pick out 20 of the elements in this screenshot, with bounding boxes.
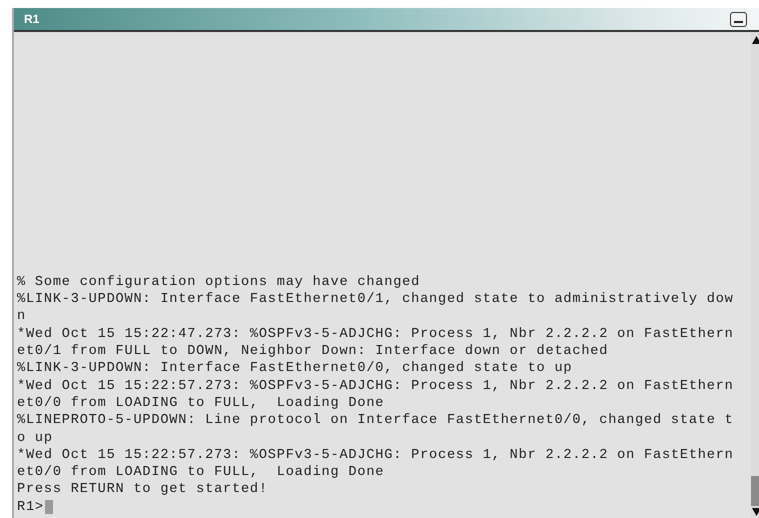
window-title: R1: [24, 12, 40, 26]
terminal-line: %LINK-3-UPDOWN: Interface FastEthernet0/1, changed state to administratively dow: [17, 291, 735, 308]
scroll-up-icon[interactable]: [752, 36, 759, 44]
terminal-line: n: [17, 308, 27, 326]
terminal-line: % Some configuration options may have changed: [17, 274, 422, 292]
terminal-line: Press RETURN to get started!: [17, 481, 269, 499]
terminal-line: o up: [17, 430, 54, 447]
terminal-line: et0/0 from LOADING to FULL, Loading Done: [17, 464, 386, 482]
terminal-line: *Wed Oct 15 15:22:47.273: %OSPFv3-5-ADJCHG: Process 1, Nbr 2.2.2.2 on FastEthern: [17, 326, 735, 344]
command-prompt: R1>: [17, 498, 44, 516]
minimize-button[interactable]: [730, 12, 747, 26]
terminal-line: et0/0 from LOADING to FULL, Loading Done: [17, 394, 386, 412]
terminal-line: *Wed Oct 15 15:22:57.273: %OSPFv3-5-ADJCHG: Process 1, Nbr 2.2.2.2 on FastEthern: [17, 378, 735, 395]
scroll-down-icon[interactable]: [752, 508, 759, 516]
scroll-thumb[interactable]: [751, 476, 759, 506]
terminal-line: %LINEPROTO-5-UPDOWN: Line protocol on Interface FastEthernet0/0, changed state t: [17, 412, 735, 430]
terminal-line: *Wed Oct 15 15:22:57.273: %OSPFv3-5-ADJCHG: Process 1, Nbr 2.2.2.2 on FastEthern: [17, 446, 735, 464]
terminal-line: et0/1 from FULL to DOWN, Neighbor Down: Interface down or detached: [17, 343, 610, 360]
text-cursor: [44, 500, 53, 514]
terminal-line: %LINK-3-UPDOWN: Interface FastEthernet0/0, changed state to up: [17, 360, 574, 378]
